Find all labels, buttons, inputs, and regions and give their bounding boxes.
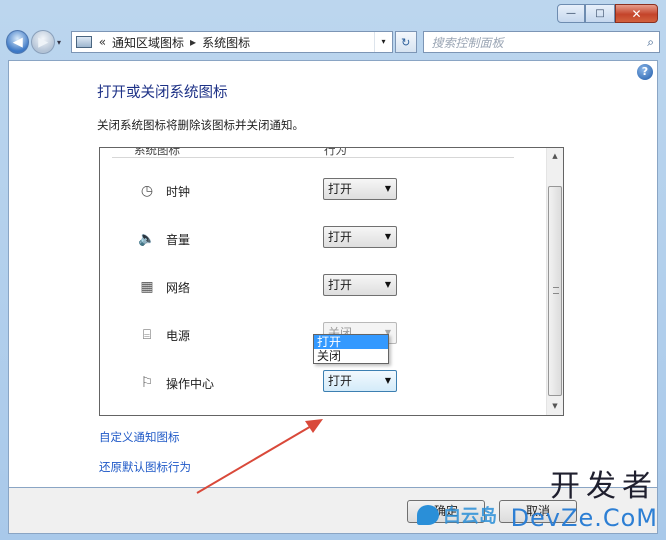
- chevron-down-icon: ▼: [384, 232, 391, 241]
- system-icons-list: 系统图标 行为 ◷ 时钟 打开 ▼ 🔈 音量 打开 ▼ ▦ 网络 打开 ▼ ⌸ 电源: [99, 147, 564, 416]
- select-value: 打开: [328, 374, 353, 388]
- breadcrumb-system-icons[interactable]: 系统图标: [202, 34, 250, 51]
- page-title: 打开或关闭系统图标: [97, 85, 228, 101]
- list-item-label: 音量: [166, 233, 191, 247]
- dropdown-option-off[interactable]: 关闭: [314, 349, 388, 363]
- content-pane: ? 打开或关闭系统图标 关闭系统图标将删除该图标并关闭通知。 系统图标 行为 ◷…: [8, 60, 658, 488]
- recent-pages-dropdown[interactable]: ▾: [57, 38, 69, 47]
- breadcrumb-notification-icons[interactable]: 通知区域图标: [112, 34, 184, 51]
- list-item-network: ▦ 网络 打开 ▼: [100, 274, 540, 302]
- list-scrollbar[interactable]: ▲ ▼: [546, 148, 563, 415]
- list-item-clock: ◷ 时钟 打开 ▼: [100, 178, 540, 206]
- watermark-logo-text: 白云岛: [443, 506, 497, 527]
- speaker-icon: 🔈: [138, 231, 156, 247]
- list-item-action-center: ⚐ 操作中心 打开 ▼: [100, 370, 540, 398]
- search-input[interactable]: 搜索控制面板 ⌕: [422, 31, 661, 53]
- list-item-label: 时钟: [166, 185, 191, 199]
- annotation-arrow-head: [305, 419, 323, 433]
- flag-icon: ⚐: [140, 375, 154, 391]
- search-icon[interactable]: ⌕: [647, 35, 654, 50]
- list-item-label: 操作中心: [166, 377, 215, 391]
- window-frame: — □ ✕ ◀ ▶ ▾ « 通知区域图标 ▸ 系统图标 ▾ ↻ 搜索控制面板 ⌕…: [0, 0, 666, 540]
- dropdown-option-on[interactable]: 打开: [314, 335, 388, 349]
- minimize-button[interactable]: —: [557, 4, 585, 23]
- select-value: 打开: [328, 278, 353, 292]
- address-dropdown-icon[interactable]: ▾: [373, 32, 392, 52]
- bird-logo-icon: [417, 505, 439, 525]
- list-item-label: 网络: [166, 281, 191, 295]
- control-panel-icon: [75, 36, 92, 48]
- clock-behavior-select[interactable]: 打开 ▼: [323, 178, 397, 200]
- action-center-behavior-select[interactable]: 打开 ▼: [323, 370, 397, 392]
- caption-buttons: — □ ✕: [557, 4, 658, 23]
- breadcrumb-chevron-icon[interactable]: ▸: [190, 35, 196, 49]
- select-value: 打开: [328, 230, 353, 244]
- annotation-arrow: [196, 419, 323, 494]
- select-value: 打开: [328, 182, 353, 196]
- forward-button[interactable]: ▶: [31, 30, 55, 54]
- help-icon[interactable]: ?: [637, 64, 653, 80]
- restore-default-behavior-link[interactable]: 还原默认图标行为: [99, 459, 191, 475]
- chevron-down-icon: ▼: [384, 376, 391, 385]
- close-button[interactable]: ✕: [615, 4, 658, 23]
- chevron-down-icon: ▼: [384, 184, 391, 193]
- navigation-bar: ◀ ▶ ▾ « 通知区域图标 ▸ 系统图标 ▾ ↻ 搜索控制面板 ⌕: [6, 29, 661, 55]
- scroll-thumb[interactable]: [548, 186, 562, 396]
- clock-icon: ◷: [140, 183, 154, 199]
- watermark-logo: 白云岛: [417, 500, 505, 530]
- behavior-dropdown-menu: 打开 关闭: [313, 334, 389, 364]
- breadcrumb-overflow[interactable]: «: [99, 35, 106, 49]
- back-button[interactable]: ◀: [6, 30, 30, 54]
- list-item-label: 电源: [166, 329, 191, 343]
- volume-behavior-select[interactable]: 打开 ▼: [323, 226, 397, 248]
- power-icon: ⌸: [142, 327, 152, 343]
- customize-notification-icons-link[interactable]: 自定义通知图标: [99, 429, 180, 445]
- network-icon: ▦: [140, 279, 154, 295]
- scroll-up-icon[interactable]: ▲: [547, 148, 563, 165]
- header-divider: [112, 157, 514, 158]
- list-item-volume: 🔈 音量 打开 ▼: [100, 226, 540, 254]
- search-placeholder: 搜索控制面板: [431, 35, 504, 50]
- annotation-arrow-line: [196, 424, 314, 494]
- address-bar[interactable]: « 通知区域图标 ▸ 系统图标 ▾: [70, 31, 393, 53]
- scroll-down-icon[interactable]: ▼: [547, 398, 563, 415]
- grip-icon: [553, 287, 559, 294]
- refresh-button[interactable]: ↻: [394, 31, 417, 53]
- maximize-button[interactable]: □: [585, 4, 615, 23]
- page-description: 关闭系统图标将删除该图标并关闭通知。: [97, 118, 304, 132]
- network-behavior-select[interactable]: 打开 ▼: [323, 274, 397, 296]
- chevron-down-icon: ▼: [384, 280, 391, 289]
- watermark-small-text: DevZe.CoM: [510, 504, 658, 532]
- watermark-site: 开发者 DevZe.CoM: [498, 470, 658, 538]
- watermark-big-text: 开发者: [550, 469, 658, 504]
